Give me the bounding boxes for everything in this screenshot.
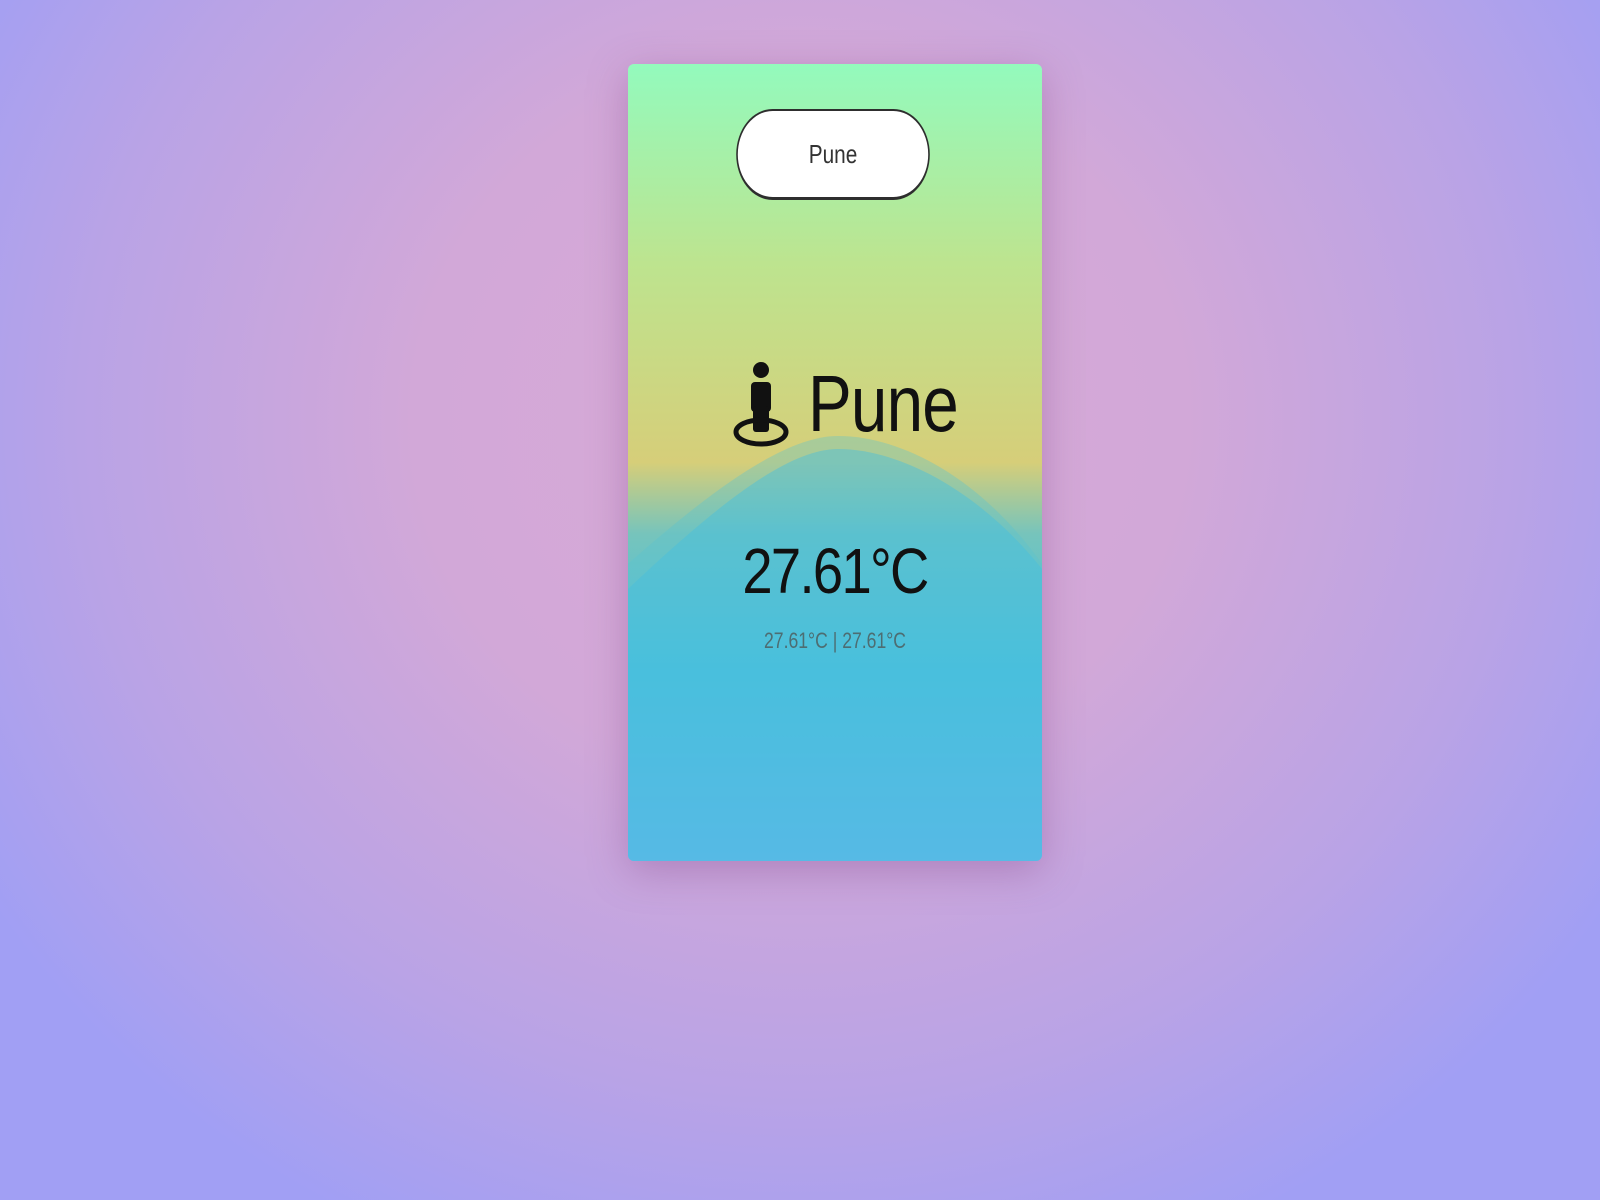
max-temperature: 27.61°C xyxy=(842,628,906,653)
current-temperature: 27.61°C xyxy=(742,535,929,607)
min-temperature: 27.61°C xyxy=(764,628,828,653)
temp-separator: | xyxy=(832,628,838,653)
min-max-temperature: 27.61°C | 27.61°C xyxy=(669,628,1000,654)
city-name: Pune xyxy=(808,359,959,448)
person-location-icon xyxy=(732,360,790,448)
weather-card: Pune 27.61°C 27.61°C | 27.61°C xyxy=(628,64,1042,861)
city-search-input[interactable] xyxy=(736,109,930,200)
location-row: Pune xyxy=(628,354,1042,454)
